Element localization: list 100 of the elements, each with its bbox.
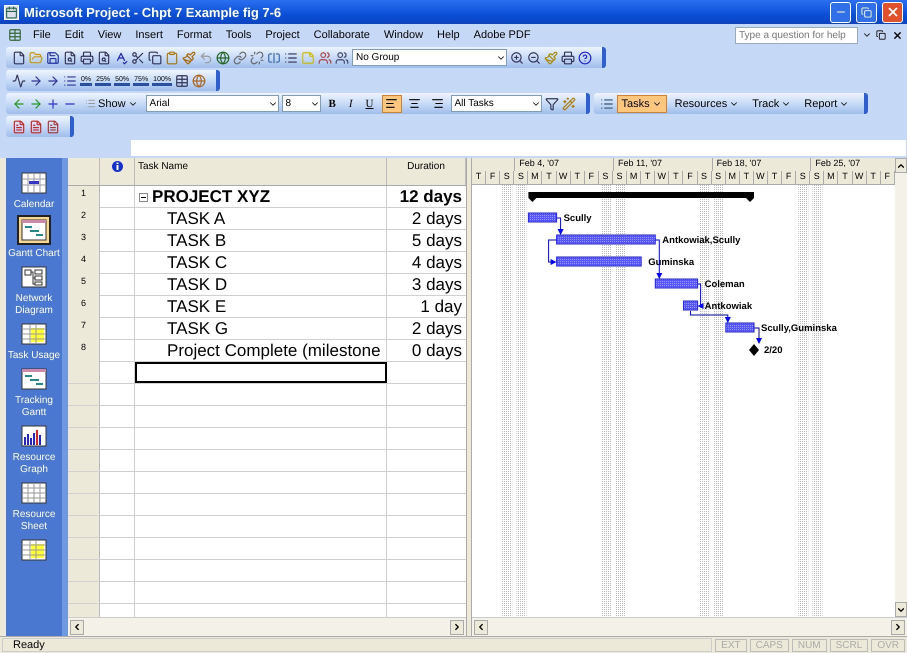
guide-tab[interactable]: Tasks bbox=[616, 94, 667, 112]
scissors-icon[interactable] bbox=[131, 50, 145, 64]
menu-item[interactable]: Tools bbox=[218, 29, 258, 41]
table-sheet-icon[interactable] bbox=[21, 482, 47, 504]
restore-button[interactable] bbox=[856, 2, 877, 22]
indent-icon[interactable] bbox=[29, 96, 43, 110]
font-select[interactable]: Arial bbox=[146, 95, 279, 112]
align-left-button[interactable] bbox=[382, 94, 402, 112]
menu-item[interactable]: File bbox=[26, 29, 58, 41]
task-bar[interactable] bbox=[556, 256, 642, 266]
scroll-up-button[interactable] bbox=[895, 158, 907, 173]
document-icon[interactable] bbox=[8, 28, 22, 42]
chevron-left-icon[interactable] bbox=[476, 622, 486, 632]
gantt-chart-icon[interactable] bbox=[21, 368, 47, 390]
column-header[interactable]: Task Name bbox=[135, 158, 387, 185]
columns-icon[interactable] bbox=[63, 74, 77, 88]
usage-sheet-icon[interactable] bbox=[21, 539, 47, 561]
link-icon[interactable] bbox=[233, 50, 247, 64]
view-label[interactable]: Task Usage bbox=[8, 350, 60, 362]
help-icon[interactable] bbox=[578, 50, 592, 64]
guide-tab[interactable]: Resources bbox=[670, 94, 744, 112]
autofilter-icon[interactable] bbox=[544, 96, 558, 110]
font-size-select[interactable]: 8 bbox=[282, 95, 321, 112]
unlink-icon[interactable] bbox=[250, 50, 264, 64]
menu-item[interactable]: Help bbox=[430, 29, 467, 41]
copy-picture-icon[interactable] bbox=[561, 50, 575, 64]
zoom-in-icon[interactable] bbox=[510, 50, 524, 64]
calendar-icon[interactable] bbox=[21, 172, 47, 194]
task-info-icon[interactable] bbox=[284, 50, 298, 64]
milestone-diamond[interactable] bbox=[749, 344, 759, 356]
close-button[interactable] bbox=[882, 2, 903, 22]
globe-icon[interactable] bbox=[216, 50, 230, 64]
paintbrush-icon[interactable] bbox=[182, 50, 196, 64]
split-icon[interactable] bbox=[267, 50, 281, 64]
save-icon[interactable] bbox=[46, 50, 60, 64]
people-icon[interactable] bbox=[318, 50, 332, 64]
guide-tab[interactable]: Track bbox=[747, 94, 796, 112]
copy-icon[interactable] bbox=[148, 50, 162, 64]
entry-field[interactable] bbox=[130, 139, 907, 157]
pdf-icon[interactable] bbox=[29, 120, 43, 134]
menu-item[interactable]: Window bbox=[376, 29, 430, 41]
tracking-icon[interactable] bbox=[12, 74, 26, 88]
menu-item[interactable]: Project bbox=[258, 29, 307, 41]
task-bar[interactable] bbox=[556, 234, 656, 244]
italic-button[interactable]: I bbox=[344, 94, 358, 112]
align-right-icon[interactable] bbox=[431, 97, 444, 110]
view-label[interactable]: Network Diagram bbox=[7, 293, 61, 317]
menu-item[interactable]: Insert bbox=[128, 29, 170, 41]
task-bar[interactable] bbox=[654, 278, 698, 288]
usage-sheet-icon[interactable] bbox=[21, 323, 47, 345]
guide-icon[interactable] bbox=[600, 96, 614, 110]
update-tasks-icon[interactable] bbox=[29, 74, 43, 88]
new-file-icon[interactable] bbox=[12, 50, 26, 64]
minimize-button[interactable] bbox=[830, 2, 851, 22]
scroll-right-button[interactable] bbox=[891, 620, 905, 634]
filter-select[interactable]: All Tasks bbox=[450, 95, 542, 112]
task-bar[interactable] bbox=[528, 212, 558, 222]
update-table-icon[interactable] bbox=[175, 74, 190, 88]
menu-item[interactable]: Edit bbox=[58, 29, 91, 41]
active-cell[interactable] bbox=[135, 362, 387, 383]
group-select[interactable]: No Group bbox=[352, 49, 507, 66]
scroll-right-button[interactable] bbox=[450, 620, 464, 634]
pdf-review-icon[interactable] bbox=[46, 120, 60, 134]
web-icon[interactable] bbox=[192, 74, 206, 88]
view-label[interactable]: Tracking Gantt bbox=[7, 395, 61, 419]
guide-tab[interactable]: Report bbox=[799, 94, 854, 112]
clipboard-icon[interactable] bbox=[165, 50, 179, 64]
scroll-left-button[interactable] bbox=[70, 620, 84, 634]
chevron-right-icon[interactable] bbox=[893, 622, 903, 632]
view-label[interactable]: Resource Graph bbox=[7, 452, 61, 476]
bar-graph-icon[interactable] bbox=[21, 425, 47, 447]
zoom-out-icon[interactable] bbox=[527, 50, 541, 64]
print-preview-icon[interactable] bbox=[97, 50, 111, 64]
view-label[interactable]: Gantt Chart bbox=[8, 248, 60, 260]
chevron-left-icon[interactable] bbox=[72, 622, 82, 632]
task-bar[interactable] bbox=[683, 300, 698, 310]
underline-button[interactable]: U bbox=[360, 94, 378, 112]
scroll-left-button[interactable] bbox=[474, 620, 488, 634]
menu-item[interactable]: Collaborate bbox=[306, 29, 377, 41]
network-diagram-icon[interactable] bbox=[21, 266, 47, 288]
align-center-icon[interactable] bbox=[408, 97, 421, 110]
task-bar[interactable] bbox=[725, 322, 754, 332]
spelling-icon[interactable] bbox=[114, 50, 128, 64]
chevron-right-icon[interactable] bbox=[452, 622, 462, 632]
menu-item[interactable]: Adobe PDF bbox=[466, 29, 538, 41]
gantt-chart-icon[interactable] bbox=[21, 219, 47, 241]
restore-icon[interactable] bbox=[876, 30, 886, 40]
printer-icon[interactable] bbox=[80, 50, 94, 64]
search-file-icon[interactable] bbox=[63, 50, 77, 64]
outdent-icon[interactable] bbox=[12, 96, 26, 110]
assign-icon[interactable] bbox=[335, 50, 349, 64]
reschedule-icon[interactable] bbox=[46, 74, 60, 88]
bold-button[interactable]: B bbox=[324, 94, 341, 112]
scroll-down-button[interactable] bbox=[895, 602, 907, 617]
pdf-icon[interactable] bbox=[12, 120, 26, 134]
help-search-field[interactable]: Type a question for help bbox=[735, 26, 858, 44]
expand-icon[interactable] bbox=[46, 96, 60, 110]
view-label[interactable]: Resource Sheet bbox=[7, 509, 61, 533]
menu-item[interactable]: Format bbox=[170, 29, 219, 41]
view-label[interactable]: Calendar bbox=[14, 199, 54, 211]
